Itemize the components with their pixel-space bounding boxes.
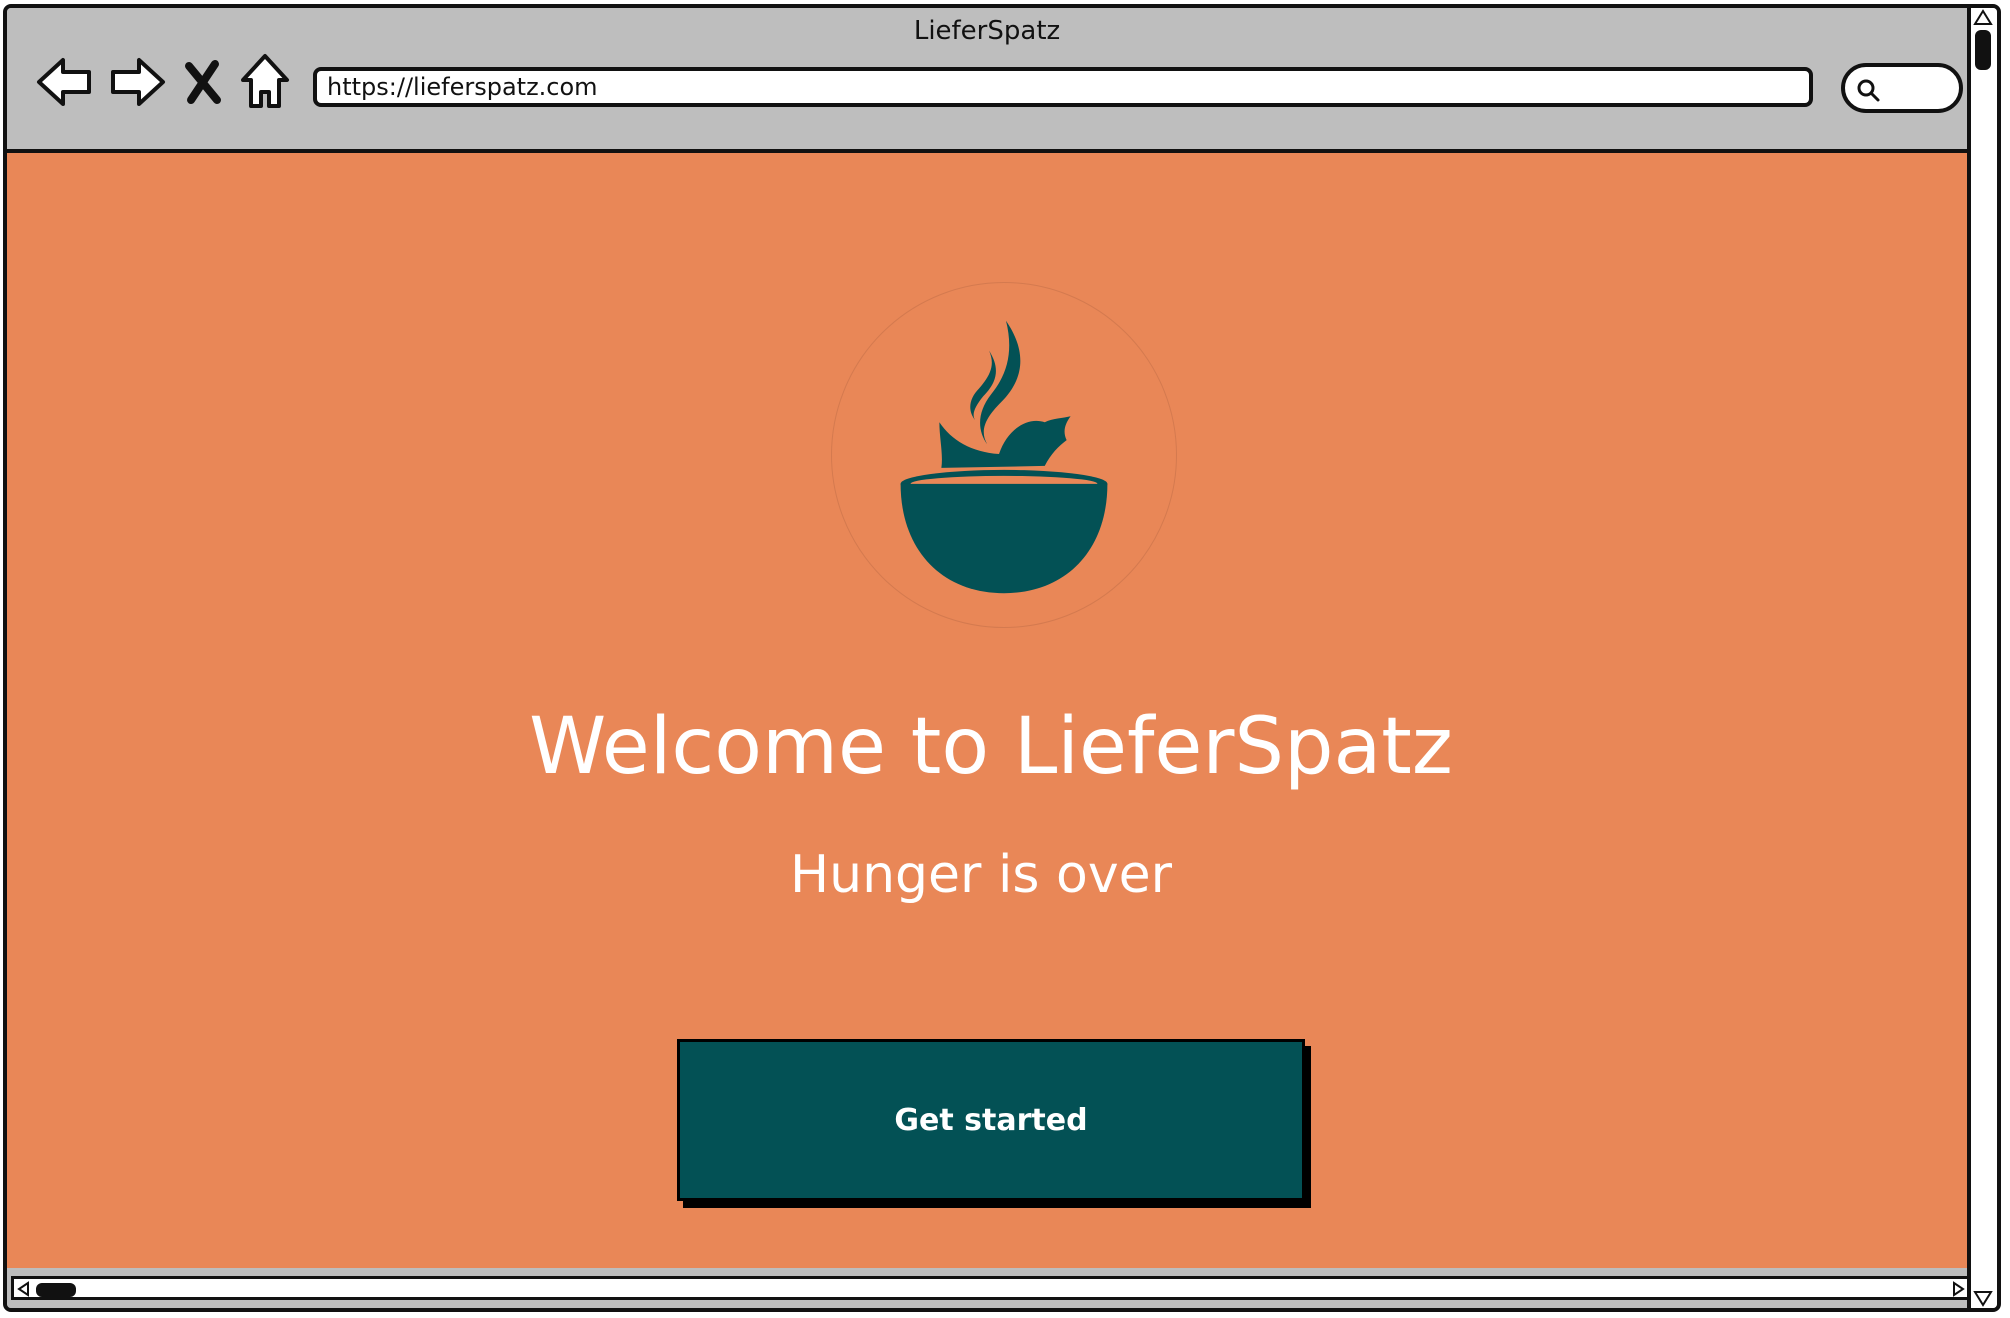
horizontal-scroll-thumb[interactable] (36, 1283, 76, 1297)
scroll-down-icon[interactable] (1973, 1288, 1993, 1308)
browser-window: LieferSpatz https://lieferspatz.com Welc… (3, 4, 2001, 1312)
browser-toolbar: LieferSpatz https://lieferspatz.com (7, 8, 1967, 153)
address-bar[interactable]: https://lieferspatz.com (313, 67, 1813, 107)
get-started-button[interactable]: Get started (677, 1039, 1305, 1201)
vertical-scroll-thumb[interactable] (1975, 30, 1991, 70)
back-arrow-icon[interactable] (33, 50, 97, 114)
scroll-up-icon[interactable] (1973, 8, 1993, 28)
horizontal-scroll-track[interactable] (11, 1276, 1971, 1300)
scroll-right-icon[interactable] (1950, 1281, 1966, 1297)
vertical-scrollbar[interactable] (1967, 8, 1997, 1308)
home-icon[interactable] (237, 50, 293, 114)
scroll-left-icon[interactable] (16, 1281, 32, 1297)
horizontal-scrollbar[interactable] (7, 1268, 1975, 1308)
page-content: Welcome to LieferSpatz Hunger is over Ge… (7, 153, 1975, 1272)
search-icon (1857, 79, 1880, 102)
forward-arrow-icon[interactable] (105, 50, 169, 114)
window-title: LieferSpatz (913, 16, 1061, 46)
page-title: Welcome to LieferSpatz (529, 702, 1453, 792)
close-icon[interactable] (179, 50, 227, 114)
page-subtitle: Hunger is over (790, 845, 1172, 905)
bird-in-bowl-logo (831, 282, 1177, 628)
search-box[interactable] (1841, 63, 1963, 113)
